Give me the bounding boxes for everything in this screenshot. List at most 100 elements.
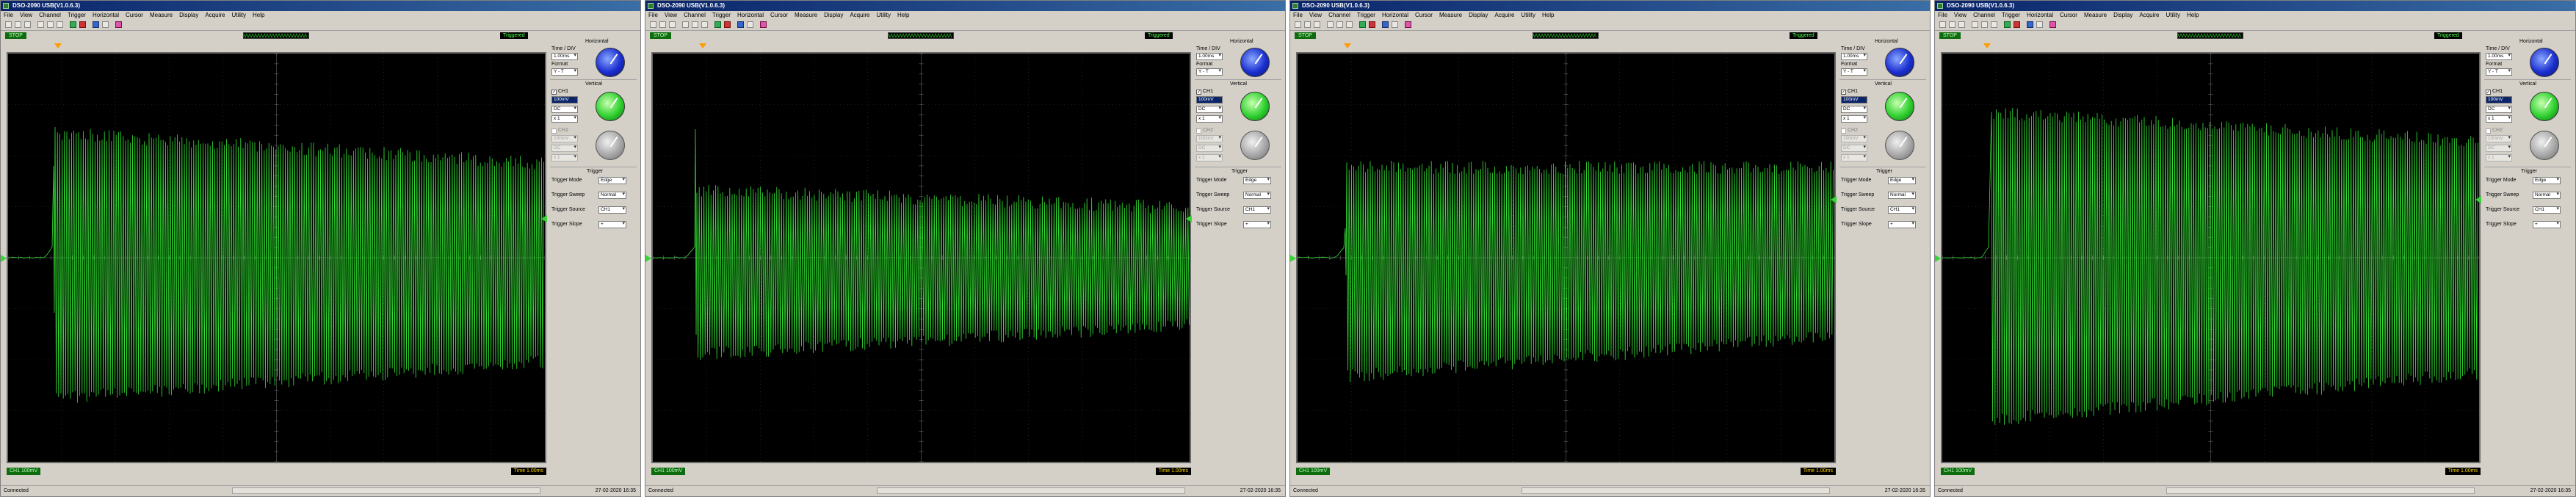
time-knob[interactable] xyxy=(596,48,625,77)
ch1-checkbox[interactable]: ✓ xyxy=(1841,90,1846,95)
trigger-position-marker[interactable] xyxy=(1983,43,1991,48)
color-icon[interactable] xyxy=(1405,21,1411,28)
ch2-probe-select[interactable]: x 1 xyxy=(1841,154,1867,162)
ch2-coupling-select[interactable]: DC xyxy=(551,145,578,152)
zoom-in-icon[interactable] xyxy=(1327,21,1334,28)
format-select[interactable]: Y - T xyxy=(1841,68,1867,76)
open-icon[interactable] xyxy=(1295,21,1301,28)
trigger-sweep-select[interactable]: Normal xyxy=(1243,192,1271,199)
zoom-in-icon[interactable] xyxy=(682,21,689,28)
print-icon[interactable] xyxy=(1958,21,1965,28)
menu-utility[interactable]: Utility xyxy=(876,12,891,18)
menu-cursor[interactable]: Cursor xyxy=(770,12,788,18)
waveform-overview[interactable] xyxy=(1533,32,1599,39)
ch1-coupling-select[interactable]: DC xyxy=(2486,106,2512,113)
menu-file[interactable]: File xyxy=(4,12,13,18)
time-div-select[interactable]: 1.00ms xyxy=(551,53,578,60)
ch1-volts-knob[interactable] xyxy=(1240,92,1270,121)
ch2-probe-select[interactable]: x 1 xyxy=(1196,154,1223,162)
ch1-volts-select[interactable]: 100mV xyxy=(2486,96,2512,104)
ch1-volts-select[interactable]: 100mV xyxy=(1196,96,1223,104)
run-icon[interactable] xyxy=(2004,21,2011,28)
time-div-select[interactable]: 1.00ms xyxy=(1841,53,1867,60)
zoom-out-icon[interactable] xyxy=(1981,21,1988,28)
ch2-volts-knob[interactable] xyxy=(1240,131,1270,160)
menu-utility[interactable]: Utility xyxy=(2166,12,2180,18)
trigger-mode-select[interactable]: Edge xyxy=(1888,177,1916,184)
trigger-position-marker[interactable] xyxy=(54,43,62,48)
trigger-mode-select[interactable]: Edge xyxy=(2533,177,2561,184)
trigger-mode-select[interactable]: Edge xyxy=(598,177,626,184)
menu-display[interactable]: Display xyxy=(1469,12,1488,18)
menu-trigger[interactable]: Trigger xyxy=(68,12,86,18)
menu-measure[interactable]: Measure xyxy=(150,12,173,18)
menu-help[interactable]: Help xyxy=(1542,12,1554,18)
ch2-coupling-select[interactable]: DC xyxy=(1841,145,1867,152)
ch1-ground-marker[interactable] xyxy=(1290,255,1296,262)
ch2-checkbox[interactable] xyxy=(1841,128,1846,134)
ch1-volts-knob[interactable] xyxy=(2530,92,2559,121)
color-icon[interactable] xyxy=(2049,21,2056,28)
ch1-coupling-select[interactable]: DC xyxy=(1841,106,1867,113)
trigger-mode-select[interactable]: Edge xyxy=(1243,177,1271,184)
open-icon[interactable] xyxy=(1939,21,1946,28)
ch2-probe-select[interactable]: x 1 xyxy=(551,154,578,162)
format-select[interactable]: Y - T xyxy=(551,68,578,76)
time-div-select[interactable]: 1.00ms xyxy=(2486,53,2512,60)
channel-icon[interactable] xyxy=(93,21,99,28)
time-div-select[interactable]: 1.00ms xyxy=(1196,53,1223,60)
time-knob[interactable] xyxy=(2530,48,2559,77)
menu-channel[interactable]: Channel xyxy=(684,12,706,18)
ch1-ground-marker[interactable] xyxy=(645,255,651,262)
run-icon[interactable] xyxy=(70,21,76,28)
color-icon[interactable] xyxy=(115,21,122,28)
zoom-out-icon[interactable] xyxy=(47,21,54,28)
print-icon[interactable] xyxy=(1314,21,1320,28)
scope-screen[interactable] xyxy=(1941,52,2481,463)
print-icon[interactable] xyxy=(669,21,676,28)
ch2-checkbox[interactable] xyxy=(551,128,557,134)
ch1-coupling-select[interactable]: DC xyxy=(1196,106,1223,113)
ch2-volts-knob[interactable] xyxy=(1885,131,1914,160)
ch2-volts-select[interactable]: 100mV xyxy=(1196,135,1223,142)
menu-trigger[interactable]: Trigger xyxy=(1357,12,1375,18)
ch1-ground-marker[interactable] xyxy=(1,255,7,262)
waveform-overview[interactable] xyxy=(888,32,954,39)
menu-channel[interactable]: Channel xyxy=(39,12,61,18)
menu-utility[interactable]: Utility xyxy=(231,12,246,18)
trigger-sweep-select[interactable]: Normal xyxy=(598,192,626,199)
color-icon[interactable] xyxy=(760,21,767,28)
ch2-coupling-select[interactable]: DC xyxy=(1196,145,1223,152)
trigger-source-select[interactable]: CH1 xyxy=(1243,206,1271,214)
menu-cursor[interactable]: Cursor xyxy=(126,12,143,18)
stop-icon[interactable] xyxy=(2014,21,2020,28)
save-icon[interactable] xyxy=(659,21,666,28)
trigger-level-marker[interactable] xyxy=(541,215,547,222)
menu-measure[interactable]: Measure xyxy=(1439,12,1462,18)
trigger-sweep-select[interactable]: Normal xyxy=(1888,192,1916,199)
ch1-volts-knob[interactable] xyxy=(596,92,625,121)
cursor-icon[interactable] xyxy=(57,21,63,28)
scope-screen[interactable] xyxy=(1296,52,1836,463)
time-knob[interactable] xyxy=(1240,48,1270,77)
ch1-volts-knob[interactable] xyxy=(1885,92,1914,121)
ch1-volts-select[interactable]: 100mV xyxy=(551,96,578,104)
trigger-position-marker[interactable] xyxy=(699,43,706,48)
menu-channel[interactable]: Channel xyxy=(1973,12,1995,18)
menu-horizontal[interactable]: Horizontal xyxy=(737,12,764,18)
zoom-in-icon[interactable] xyxy=(1972,21,1978,28)
ch1-probe-select[interactable]: x 1 xyxy=(1841,115,1867,123)
ch1-ground-marker[interactable] xyxy=(1935,255,1941,262)
menu-acquire[interactable]: Acquire xyxy=(1494,12,1514,18)
scope-screen[interactable] xyxy=(7,52,546,463)
trigger-level-marker[interactable] xyxy=(1186,215,1192,222)
menu-utility[interactable]: Utility xyxy=(1521,12,1535,18)
ch2-checkbox[interactable] xyxy=(2486,128,2491,134)
cursor-icon[interactable] xyxy=(701,21,708,28)
channel-icon[interactable] xyxy=(1382,21,1389,28)
menu-display[interactable]: Display xyxy=(2113,12,2132,18)
trigger-sweep-select[interactable]: Normal xyxy=(2533,192,2561,199)
run-icon[interactable] xyxy=(714,21,721,28)
menu-cursor[interactable]: Cursor xyxy=(1415,12,1433,18)
ch2-volts-select[interactable]: 100mV xyxy=(1841,135,1867,142)
